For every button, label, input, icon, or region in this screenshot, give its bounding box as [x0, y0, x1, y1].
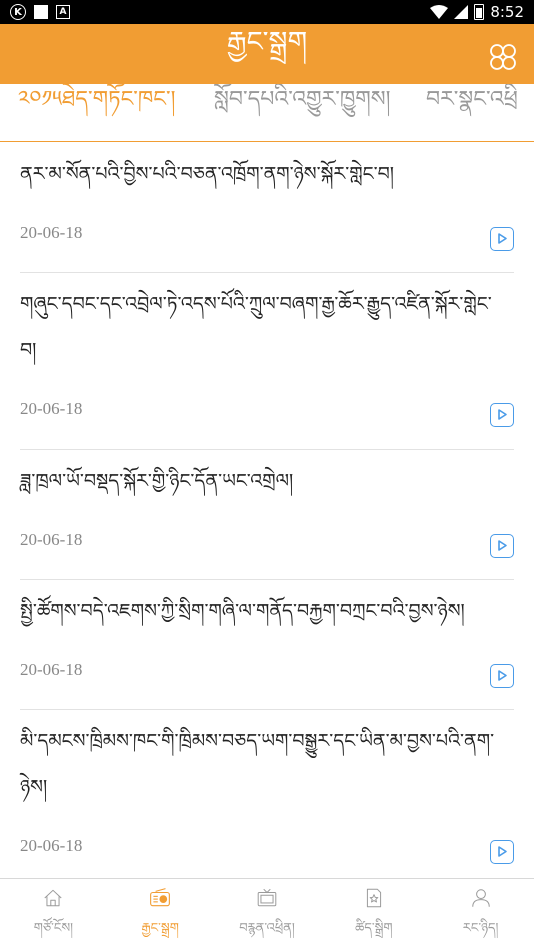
nav-item-profile[interactable]: རང་ཉིད། — [427, 879, 534, 950]
signal-icon — [454, 5, 469, 19]
news-title: མི་དམངས་ཁྲིམས་ཁང་གི་ཁྲིམས་བཅད་ཡག་བསྒྱུར་… — [20, 730, 495, 798]
nav-label: རྒྱང་སྒྲག — [141, 921, 179, 936]
status-left-icons: K A — [10, 4, 70, 20]
square-icon — [34, 5, 48, 19]
tab-1[interactable]: སློབ་དཔའི་འགྱུར་ཁྱུགས། — [214, 84, 391, 116]
bookmark-star-icon — [366, 888, 381, 908]
wifi-icon — [430, 5, 449, 19]
nav-label: ཚིད་སྒྲིག — [355, 921, 393, 936]
play-icon — [498, 670, 507, 681]
nav-item-collection[interactable]: ཚིད་སྒྲིག — [320, 879, 427, 950]
k-circle-icon: K — [10, 4, 26, 20]
news-date: 20-06-18 — [20, 660, 83, 679]
status-right-icons: 8:52 — [430, 3, 524, 21]
play-icon — [498, 233, 507, 244]
news-list: ནར་མ་སོན་པའི་བྱིས་པའི་བཅན་འཁྲོག་ནག་ཉེས་ས… — [0, 143, 534, 880]
play-button[interactable] — [490, 840, 514, 864]
nav-item-tv[interactable]: བརྙན་འཕྲིན། — [214, 879, 321, 950]
news-title: གཞུང་དབང་དང་འབྲེལ་ཏེ་འདས་པོའི་ཀྲུལ་བཞག་ར… — [20, 293, 492, 361]
grid-menu-icon — [490, 44, 516, 70]
app-header: རྒྱང་སྒྲག — [0, 24, 534, 84]
radio-icon — [150, 888, 171, 907]
play-button[interactable] — [490, 664, 514, 688]
list-item[interactable]: ནར་མ་སོན་པའི་བྱིས་པའི་བཅན་འཁྲོག་ནག་ཉེས་ས… — [20, 143, 514, 273]
status-bar: K A 8:52 — [0, 0, 534, 24]
category-tabs: ༢༠༡༥ཐེད་གཏོང་ཁང་། སློབ་དཔའི་འགྱུར་ཁྱུགས།… — [0, 84, 534, 142]
news-title: ཟླ་ཁྲལ་ཡོ་བསྡད་སྐོར་གྱི་ཉིང་དོན་ཡང་འགྲེལ… — [20, 470, 294, 492]
tv-icon — [257, 888, 277, 907]
list-item[interactable]: མི་དམངས་ཁྲིམས་ཁང་གི་ཁྲིམས་བཅད་ཡག་བསྒྱུར་… — [20, 710, 514, 880]
news-date: 20-06-18 — [20, 223, 83, 242]
news-date: 20-06-18 — [20, 836, 83, 855]
nav-label: རང་ཉིད། — [462, 921, 499, 936]
play-icon — [498, 409, 507, 420]
nav-item-radio[interactable]: རྒྱང་སྒྲག — [107, 879, 214, 950]
news-title: ནར་མ་སོན་པའི་བྱིས་པའི་བཅན་འཁྲོག་ནག་ཉེས་ས… — [20, 163, 394, 185]
play-button[interactable] — [490, 227, 514, 251]
play-icon — [498, 846, 507, 857]
news-title: སྤྱི་ཚོགས་བདེ་འཇགས་ཀྱི་སྲིག་གཞི་ལ་གནོད་བ… — [20, 600, 465, 622]
play-button[interactable] — [490, 534, 514, 558]
a-box-icon: A — [56, 5, 70, 19]
list-item[interactable]: ཟླ་ཁྲལ་ཡོ་བསྡད་སྐོར་གྱི་ཉིང་དོན་ཡང་འགྲེལ… — [20, 450, 514, 580]
nav-item-home[interactable]: གཙོ་ངོས། — [0, 879, 107, 950]
play-icon — [498, 540, 507, 551]
news-date: 20-06-18 — [20, 399, 83, 418]
bottom-nav: གཙོ་ངོས། རྒྱང་སྒྲག བརྙན་འཕྲིན། ཚིད་སྒྲིག — [0, 878, 534, 950]
play-button[interactable] — [490, 403, 514, 427]
nav-label: གཙོ་ངོས། — [33, 921, 74, 936]
list-item[interactable]: གཞུང་དབང་དང་འབྲེལ་ཏེ་འདས་པོའི་ཀྲུལ་བཞག་ར… — [20, 273, 514, 450]
page-title: རྒྱང་སྒྲག — [226, 25, 308, 58]
user-icon — [471, 889, 490, 907]
status-time: 8:52 — [490, 3, 524, 21]
battery-icon — [474, 4, 485, 20]
tab-0[interactable]: ༢༠༡༥ཐེད་གཏོང་ཁང་། — [18, 84, 176, 116]
nav-label: བརྙན་འཕྲིན། — [239, 921, 295, 936]
grid-menu-button[interactable] — [488, 42, 518, 72]
tab-2[interactable]: བར་སྣང་འཕྲི — [426, 84, 518, 116]
list-item[interactable]: སྤྱི་ཚོགས་བདེ་འཇགས་ཀྱི་སྲིག་གཞི་ལ་གནོད་བ… — [20, 580, 514, 710]
news-date: 20-06-18 — [20, 530, 83, 549]
home-icon — [44, 889, 62, 907]
